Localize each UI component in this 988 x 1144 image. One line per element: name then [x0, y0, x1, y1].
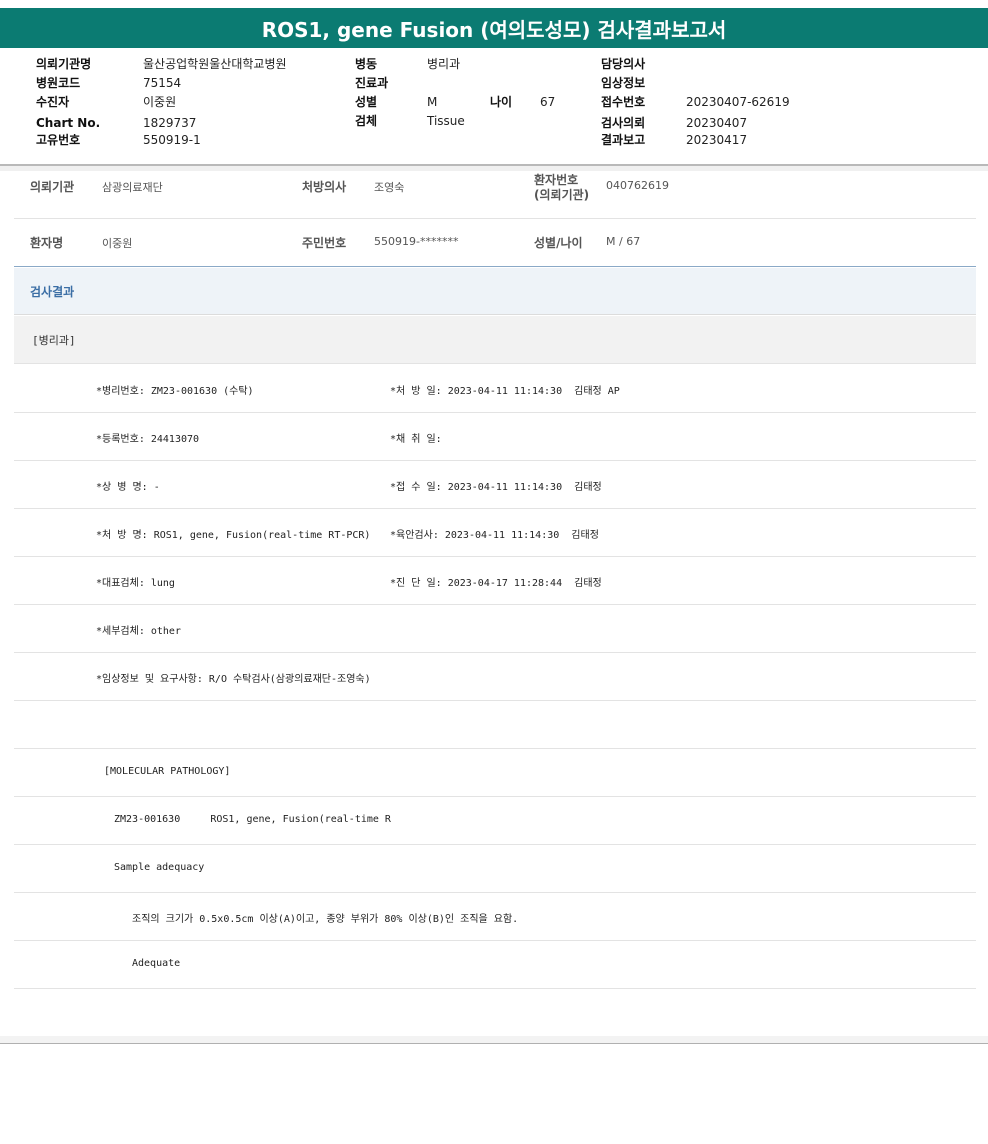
- header-label-age: 나이: [490, 95, 513, 109]
- result-line-left: *병리번호: ZM23-001630 (수탁): [96, 386, 254, 397]
- header-value-hospital-code: 75154: [143, 76, 182, 90]
- result-line-left: *등록번호: 24413070: [96, 434, 200, 445]
- patient-institution-label: 의뢰기관: [30, 180, 75, 194]
- header-label-sex: 성별: [355, 95, 378, 109]
- row-divider: [14, 412, 976, 413]
- sample-adequacy-title: Sample adequacy: [114, 862, 205, 873]
- header-value-institution: 울산공업학원울산대학교병원: [143, 57, 287, 71]
- header-label-doctor: 담당의사: [601, 57, 646, 71]
- result-line-right: *처 방 일: 2023-04-11 11:14:30 김태정 AP: [390, 386, 620, 397]
- header-divider-shadow: [0, 166, 988, 171]
- header-value-report-date: 20230417: [686, 133, 748, 147]
- result-line-left: *세부검체: other: [96, 626, 181, 637]
- result-line-left: *상 병 명: -: [96, 482, 160, 493]
- row-divider: [14, 988, 976, 989]
- header-value-sex: M: [427, 95, 438, 109]
- result-line-right: *육안검사: 2023-04-11 11:14:30 김태정: [390, 530, 599, 541]
- header-label-institution: 의뢰기관명: [36, 57, 92, 71]
- result-line-right: *접 수 일: 2023-04-11 11:14:30 김태정: [390, 482, 602, 493]
- adequacy-criteria: 조직의 크기가 0.5x0.5cm 이상(A)이고, 종양 부위가 80% 이상…: [132, 914, 519, 925]
- patient-sexage-value: M / 67: [606, 235, 641, 248]
- patient-doctor-value: 조영숙: [374, 181, 405, 194]
- molecular-case: ZM23-001630 ROS1, gene, Fusion(real-time…: [114, 814, 391, 825]
- row-divider: [14, 604, 976, 605]
- row-divider: [14, 844, 976, 845]
- patient-name-value: 이중원: [102, 237, 133, 250]
- result-line-right: *진 단 일: 2023-04-17 11:28:44 김태정: [390, 578, 602, 589]
- header-label-receipt-no: 접수번호: [601, 95, 646, 109]
- header-value-specimen: Tissue: [427, 114, 465, 128]
- patient-rrn-label: 주민번호: [302, 236, 347, 250]
- header-label-hospital-code: 병원코드: [36, 76, 81, 90]
- row-divider: [14, 652, 976, 653]
- department-label: [병리과]: [32, 334, 76, 347]
- header-value-receipt-no: 20230407-62619: [686, 95, 790, 109]
- patient-doctor-label: 처방의사: [302, 180, 347, 194]
- patient-rrn-value: 550919-*******: [374, 235, 459, 248]
- patient-institution-value: 삼광의료재단: [102, 181, 163, 194]
- header-label-unique-no: 고유번호: [36, 133, 81, 147]
- molecular-title: [MOLECULAR PATHOLOGY]: [104, 766, 231, 777]
- patient-sexage-label: 성별/나이: [534, 236, 583, 250]
- header-label-department: 진료과: [355, 76, 389, 90]
- result-line-left: *처 방 명: ROS1, gene, Fusion(real-time RT-…: [96, 530, 371, 541]
- header-label-report-date: 결과보고: [601, 133, 646, 147]
- row-divider: [14, 892, 976, 893]
- result-line-left: *대표검체: lung: [96, 578, 175, 589]
- row-divider: [14, 796, 976, 797]
- results-header: 검사결과: [14, 268, 976, 315]
- header-value-age: 67: [540, 95, 556, 109]
- section-divider: [14, 266, 976, 267]
- header-value-ward: 병리과: [427, 57, 461, 71]
- results-heading: 검사결과: [30, 285, 75, 299]
- header-label-clinical-info: 임상정보: [601, 76, 646, 90]
- row-divider: [14, 556, 976, 557]
- header-label-examinee: 수진자: [36, 95, 70, 109]
- footer-divider: [0, 1036, 988, 1044]
- report-title: ROS1, gene Fusion (여의도성모) 검사결과보고서: [0, 8, 988, 48]
- adequacy-result: Adequate: [132, 958, 181, 969]
- header-value-unique-no: 550919-1: [143, 133, 201, 147]
- row-divider: [14, 748, 976, 749]
- row-divider: [14, 940, 976, 941]
- department-row: [병리과]: [14, 316, 976, 364]
- header-label-ward: 병동: [355, 57, 378, 71]
- patient-no-sublabel: (의뢰기관): [534, 188, 590, 202]
- header-value-examinee: 이중원: [143, 95, 177, 109]
- header-label-specimen: 검체: [355, 114, 378, 128]
- row-divider: [14, 700, 976, 701]
- row-divider: [14, 460, 976, 461]
- patient-no-value: 040762619: [606, 179, 669, 192]
- row-divider: [14, 218, 976, 219]
- patient-name-label: 환자명: [30, 236, 64, 250]
- result-line-right: *채 취 일:: [390, 434, 442, 445]
- result-line-left: *임상정보 및 요구사항: R/O 수탁검사(삼광의료재단-조영숙): [96, 674, 371, 685]
- row-divider: [14, 508, 976, 509]
